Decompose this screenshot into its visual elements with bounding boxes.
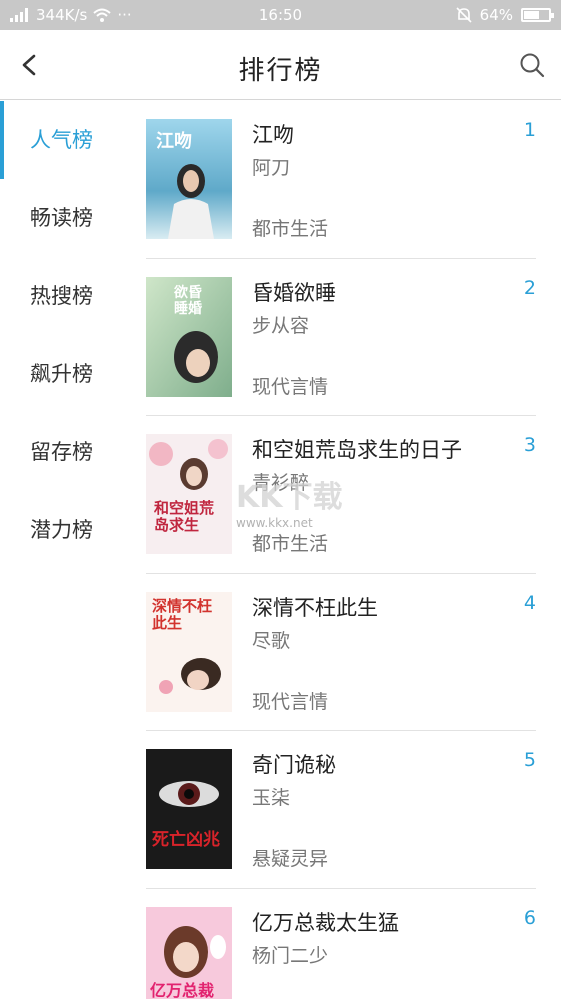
book-row-1[interactable]: 江吻 江吻 阿刀 都市生活 1 — [146, 101, 536, 259]
cover-title: 江吻 — [156, 131, 192, 152]
cover-art — [146, 434, 232, 554]
book-title: 亿万总裁太生猛 — [252, 910, 399, 935]
sidebar-item-label: 热搜榜 — [30, 284, 93, 308]
book-row-6[interactable]: 亿万总裁 亿万总裁太生猛 杨门二少 6 — [146, 889, 536, 999]
sidebar-item-label: 留存榜 — [30, 440, 93, 464]
sidebar-item-hot-search[interactable]: 热搜榜 — [0, 257, 125, 335]
book-genre: 现代言情 — [252, 690, 329, 713]
book-cover[interactable]: 深情不枉此生 — [146, 591, 232, 712]
book-row-2[interactable]: 欲昏睡婚 昏婚欲睡 步从容 现代言情 2 — [146, 259, 536, 416]
sidebar-item-label: 潜力榜 — [30, 518, 93, 542]
rank-number: 2 — [523, 276, 536, 299]
book-cover[interactable]: 死亡凶兆 — [146, 749, 232, 869]
battery-fill — [524, 11, 539, 19]
book-cover[interactable]: 江吻 — [146, 119, 232, 239]
cover-title: 欲昏睡婚 — [174, 284, 202, 317]
rank-number: 3 — [523, 434, 536, 456]
sidebar-item-label: 飙升榜 — [30, 362, 93, 386]
book-author: 青衫醉 — [252, 472, 310, 494]
book-cover[interactable]: 亿万总裁 — [146, 906, 232, 999]
sidebar-item-potential[interactable]: 潜力榜 — [0, 491, 125, 569]
rank-number: 5 — [523, 749, 536, 771]
book-genre: 现代言情 — [252, 375, 329, 398]
book-genre: 悬疑灵异 — [252, 848, 329, 870]
cover-title: 死亡凶兆 — [152, 830, 220, 850]
sidebar-item-label: 人气榜 — [30, 128, 93, 152]
cover-title: 深情不枉此生 — [152, 596, 213, 632]
book-row-4[interactable]: 深情不枉此生 深情不枉此生 尽歌 现代言情 4 — [146, 574, 536, 731]
book-cover[interactable]: 欲昏睡婚 — [146, 276, 232, 397]
book-author: 玉柒 — [252, 787, 291, 809]
battery-icon — [521, 8, 554, 22]
sidebar-item-popular[interactable]: 人气榜 — [0, 101, 125, 179]
book-title: 奇门诡秘 — [252, 753, 336, 777]
book-row-5[interactable]: 死亡凶兆 奇门诡秘 玉柒 悬疑灵异 5 — [146, 731, 536, 889]
mute-bell-icon — [456, 7, 472, 23]
search-icon — [520, 53, 545, 78]
rank-number: 4 — [523, 591, 536, 614]
book-title: 江吻 — [252, 123, 294, 147]
status-bar: 344K/s ··· 16:50 64% — [0, 0, 561, 30]
rank-number: 6 — [523, 906, 536, 929]
status-right: 64% — [456, 6, 554, 24]
book-cover[interactable]: 和空姐荒岛求生 — [146, 434, 232, 554]
book-title: 昏婚欲睡 — [252, 280, 336, 305]
battery-percent: 64% — [479, 6, 513, 24]
sidebar-item-retention[interactable]: 留存榜 — [0, 413, 125, 491]
book-genre: 都市生活 — [252, 218, 329, 240]
book-genre: 都市生活 — [252, 533, 329, 555]
book-title: 深情不枉此生 — [252, 595, 378, 620]
book-author: 杨门二少 — [252, 944, 329, 967]
book-title: 和空姐荒岛求生的日子 — [252, 438, 462, 462]
cover-title: 亿万总裁 — [150, 980, 215, 999]
header: 排行榜 — [0, 30, 561, 100]
sidebar-item-rising[interactable]: 飙升榜 — [0, 335, 125, 413]
cover-art — [146, 749, 232, 869]
book-author: 阿刀 — [252, 157, 291, 179]
rank-number: 1 — [523, 119, 536, 141]
search-button[interactable] — [517, 50, 547, 80]
book-list: 江吻 江吻 阿刀 都市生活 1 欲昏睡婚 昏婚欲睡 步从容 现代言情 2 和空姐… — [146, 101, 536, 999]
sidebar-item-reading[interactable]: 畅读榜 — [0, 179, 125, 257]
book-row-3[interactable]: 和空姐荒岛求生 和空姐荒岛求生的日子 青衫醉 都市生活 3 — [146, 416, 536, 574]
page-title: 排行榜 — [238, 56, 323, 86]
ranking-sidebar: 人气榜 畅读榜 热搜榜 飙升榜 留存榜 潜力榜 — [0, 101, 125, 569]
cover-title: 和空姐荒岛求生 — [154, 499, 215, 534]
book-author: 步从容 — [252, 314, 310, 337]
sidebar-item-label: 畅读榜 — [30, 206, 93, 230]
book-author: 尽歌 — [252, 629, 291, 652]
